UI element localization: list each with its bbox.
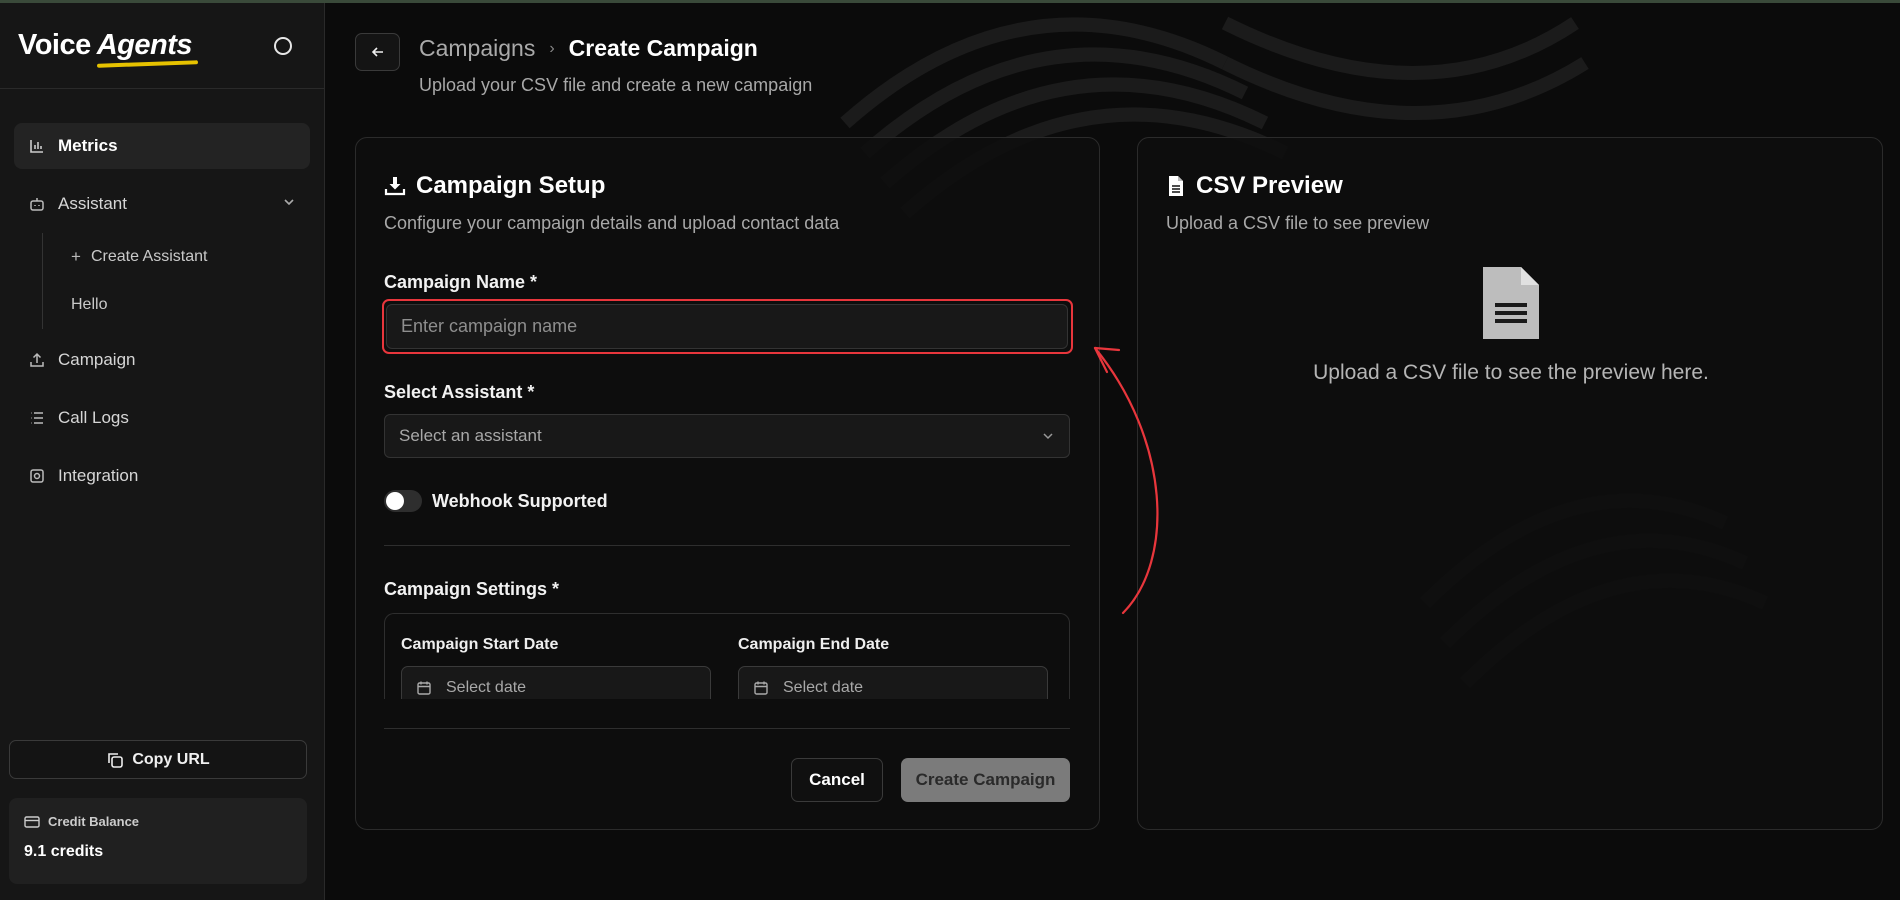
csv-preview-empty-state: Upload a CSV file to see the preview her… [1138, 265, 1884, 385]
campaign-settings-label: Campaign Settings * [384, 579, 560, 599]
bot-icon [28, 195, 46, 213]
sidebar-item-label: Campaign [58, 350, 136, 369]
sidebar-item-label: Call Logs [58, 408, 129, 427]
theme-toggle-icon[interactable] [272, 35, 294, 57]
divider [384, 728, 1070, 729]
webhook-row: Webhook Supported [384, 490, 608, 512]
csv-preview-card: CSV Preview Upload a CSV file to see pre… [1137, 137, 1883, 830]
sidebar-item-label: Hello [71, 296, 108, 313]
calendar-icon [416, 680, 432, 696]
start-date-input[interactable]: Select date [401, 666, 711, 699]
credit-balance-label: Credit Balance [48, 814, 140, 829]
sidebar: Voice Agents Metrics Assistant + Create A… [0, 3, 325, 900]
sidebar-item-label: Assistant [58, 194, 127, 213]
sidebar-item-assistant[interactable]: Assistant [14, 181, 310, 227]
credit-balance-value: 9.1 credits [24, 843, 104, 860]
sidebar-item-label: Metrics [58, 136, 118, 155]
copy-url-button[interactable]: Copy URL [9, 740, 307, 779]
sidebar-item-integration[interactable]: Integration [14, 453, 310, 499]
copy-url-label: Copy URL [132, 750, 210, 768]
campaign-setup-description: Configure your campaign details and uplo… [384, 213, 840, 233]
credit-balance-label-row: Credit Balance [24, 814, 292, 829]
integration-icon [28, 467, 46, 485]
copy-icon [106, 751, 124, 769]
csv-preview-description: Upload a CSV file to see preview [1166, 213, 1430, 233]
csv-preview-empty-text: Upload a CSV file to see the preview her… [1313, 361, 1709, 384]
end-date-label: Campaign End Date [738, 636, 890, 653]
chevron-down-icon [1041, 429, 1055, 443]
divider [384, 545, 1070, 546]
sidebar-item-create-assistant[interactable]: + Create Assistant [71, 233, 310, 281]
logo-word-agents: Agents [96, 29, 199, 68]
sidebar-item-metrics[interactable]: Metrics [14, 123, 310, 169]
start-date-label: Campaign Start Date [401, 636, 559, 653]
page-title: Create Campaign [568, 35, 758, 61]
select-assistant-dropdown[interactable]: Select an assistant [384, 414, 1070, 458]
calendar-icon [753, 680, 769, 696]
back-button[interactable] [355, 33, 400, 71]
file-icon [1166, 175, 1186, 197]
breadcrumb-campaigns-link[interactable]: Campaigns [419, 35, 535, 62]
logo-word-voice: Voice [18, 29, 91, 61]
credit-card-icon [24, 815, 40, 829]
brand-header: Voice Agents [0, 3, 324, 89]
webhook-label: Webhook Supported [432, 490, 608, 511]
select-assistant-label: Select Assistant * [384, 382, 535, 402]
sidebar-item-hello[interactable]: Hello [71, 281, 310, 329]
webhook-toggle[interactable] [384, 490, 422, 512]
assistant-subnav: + Create Assistant Hello [42, 233, 310, 329]
sidebar-item-label: Create Assistant [90, 248, 208, 265]
sidebar-nav: Metrics Assistant + Create Assistant Hel… [0, 89, 324, 499]
campaign-name-label: Campaign Name * [384, 272, 538, 292]
download-icon [384, 175, 406, 197]
logo[interactable]: Voice Agents [18, 29, 199, 68]
create-campaign-button[interactable]: Create Campaign [901, 758, 1070, 802]
arrow-left-icon [371, 47, 383, 57]
breadcrumb: Campaigns › Create Campaign [419, 35, 758, 62]
start-date-placeholder: Select date [446, 679, 527, 696]
csv-preview-title-row: CSV Preview [1166, 172, 1343, 200]
document-icon [1138, 265, 1884, 341]
logo-word-agents-text: Agents [96, 29, 193, 61]
sidebar-item-campaign[interactable]: Campaign [14, 337, 310, 383]
bar-chart-icon [28, 137, 46, 155]
campaign-name-input[interactable] [386, 304, 1068, 349]
list-icon [28, 409, 46, 427]
plus-icon: + [71, 247, 81, 266]
upload-icon [28, 351, 46, 369]
chevron-down-icon[interactable] [282, 194, 296, 214]
chevron-right-icon: › [549, 39, 555, 57]
campaign-setup-title: Campaign Setup [416, 172, 606, 199]
select-assistant-placeholder: Select an assistant [399, 426, 542, 445]
csv-preview-title: CSV Preview [1196, 172, 1343, 199]
campaign-setup-card: Campaign Setup Configure your campaign d… [355, 137, 1100, 830]
campaign-settings-box[interactable]: Campaign Start Date Select date Campaign… [384, 613, 1070, 699]
end-date-input[interactable]: Select date [738, 666, 1048, 699]
cancel-button[interactable]: Cancel [791, 758, 883, 802]
end-date-placeholder: Select date [783, 679, 864, 696]
sidebar-item-call-logs[interactable]: Call Logs [14, 395, 310, 441]
sidebar-item-label: Integration [58, 466, 139, 485]
credit-balance-card: Credit Balance 9.1 credits [9, 798, 307, 884]
toggle-knob [386, 492, 404, 510]
page-subtitle: Upload your CSV file and create a new ca… [419, 75, 813, 95]
logo-underline [96, 60, 199, 68]
campaign-setup-title-row: Campaign Setup [384, 172, 605, 200]
